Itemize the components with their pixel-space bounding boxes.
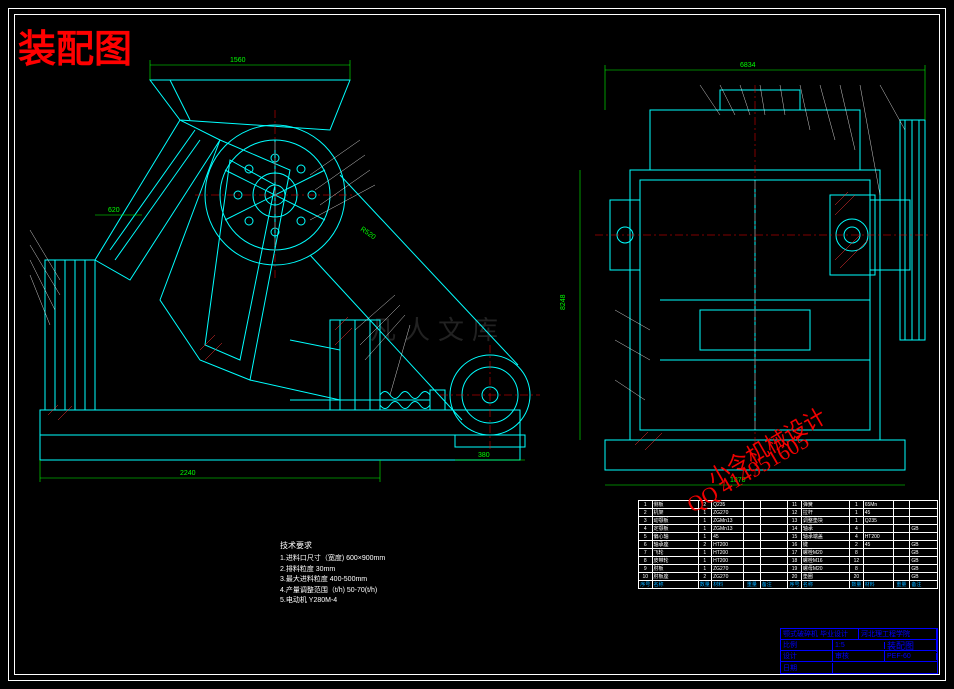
tech-line: 3.最大进料粒度 400-500mm: [280, 575, 385, 586]
tech-heading: 技术要求: [280, 540, 385, 552]
bom-row: 8皮带轮1HT20018螺栓M1612GB: [639, 557, 938, 565]
bom-row: 2机架1ZG27012拉杆145: [639, 509, 938, 517]
dim-top1: 1560: [230, 57, 246, 64]
tb-proj: 颚式破碎机 毕业设计: [781, 629, 859, 639]
tb-model: PEF-60: [885, 653, 937, 660]
bom-row: 3动颚板1ZGMn1313调整垫块1Q235: [639, 517, 938, 525]
bom-row: 7飞轮1HT20017螺栓M208GB: [639, 549, 938, 557]
dim-side1: 620: [108, 207, 120, 214]
bom-row: 5偏心轴14515轴承端盖4HT200: [639, 533, 938, 541]
tb-scale-lbl: 比例: [781, 640, 833, 650]
tech-line: 2.排料粒度 30mm: [280, 565, 385, 576]
tb-design: 设计: [781, 651, 833, 661]
tech-line: 1.进料口尺寸（宽度) 600×900mm: [280, 554, 385, 565]
tb-school: 河北理工程学院: [859, 629, 937, 639]
dim-side2: 8248: [560, 294, 567, 310]
bom-row: 1侧板2Q23511弹簧165Mn: [639, 501, 938, 509]
tb-check: 审核: [833, 651, 885, 661]
bom-row: 9肘板1ZG27019螺母M208GB: [639, 565, 938, 573]
dim-bottom2: 380: [478, 452, 490, 459]
tech-line: 5.电动机 Y280M-4: [280, 596, 385, 607]
tb-date: 日期: [781, 663, 833, 673]
title-block: 颚式破碎机 毕业设计 河北理工程学院 比例 1:5 装配图 设计 审核 PEF-…: [780, 628, 938, 674]
bom-row: 10肘板座2ZG27020垫圈20GB: [639, 573, 938, 581]
tb-drawing-name: 装配图: [885, 639, 937, 652]
bom-table: 1侧板2Q23511弹簧165Mn2机架1ZG27012拉杆1453动颚板1ZG…: [638, 500, 938, 589]
bom-row: 4定颚板1ZGMn1314轴承4GB: [639, 525, 938, 533]
bom-row: 6轴承座2HT20016键245GB: [639, 541, 938, 549]
dim-angle: R520: [359, 226, 377, 241]
dim-bottom1: 2240: [180, 470, 196, 477]
bom-header-row: 序号名称数量材料重量备注序号名称数量材料重量备注: [639, 581, 938, 589]
technical-requirements: 技术要求 1.进料口尺寸（宽度) 600×900mm 2.排料粒度 30mm 3…: [280, 540, 385, 607]
dim-top2: 6834: [740, 62, 756, 69]
tech-line: 4.产量调整范围（t/h) 50-70(t/h): [280, 586, 385, 597]
tb-scale: 1:5: [833, 642, 885, 649]
